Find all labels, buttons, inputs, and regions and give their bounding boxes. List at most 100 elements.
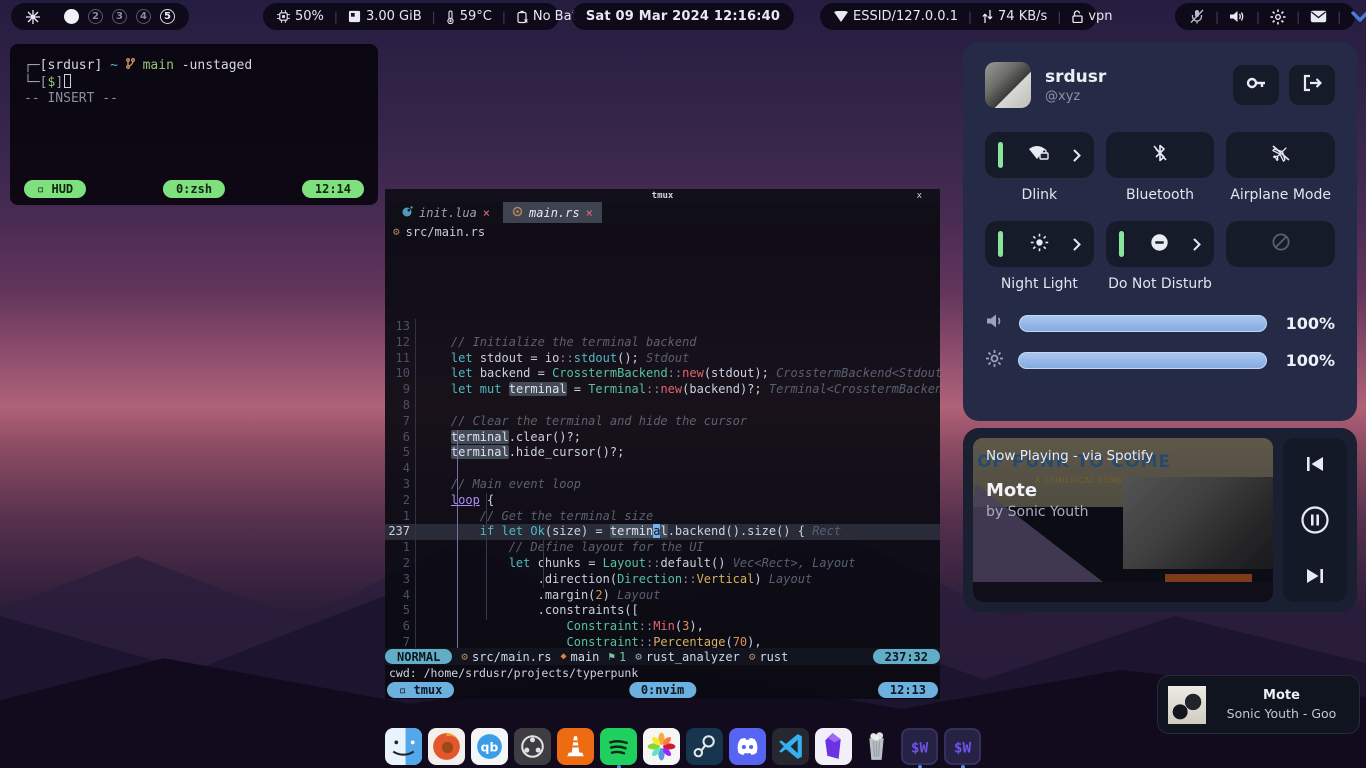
notification-body: Sonic Youth - Goo xyxy=(1214,706,1349,721)
temperature-value: 59°C xyxy=(460,9,492,24)
toggle-label: Night Light xyxy=(985,276,1094,293)
tmux-session-pill[interactable]: ▫ HUD xyxy=(24,180,86,198)
settings-gear-icon[interactable] xyxy=(1270,9,1286,25)
code-editor-area[interactable]: 13 12 // Initialize the terminal backend… xyxy=(385,240,940,648)
minus-circle-icon xyxy=(1150,233,1169,256)
volume-icon[interactable] xyxy=(1229,9,1246,24)
volume-slider[interactable] xyxy=(1019,315,1267,332)
workspace-1[interactable] xyxy=(64,9,79,24)
dock: qb $W$W xyxy=(385,728,981,765)
terminal-branch: main xyxy=(143,58,174,73)
ram-stat: 3.00 GiB xyxy=(348,9,422,24)
network-island[interactable]: ESSID/127.0.0.1 | 74 KB/s | vpn xyxy=(820,3,1097,30)
chevron-down-icon[interactable] xyxy=(1351,11,1366,23)
workspace-3[interactable]: 3 xyxy=(112,9,127,24)
square-icon: ▫ xyxy=(399,683,406,697)
tmux-editor-window: tmux x init.lua×main.rs× ⚙ src/main.rs 1… xyxy=(385,189,940,699)
toggle-bluetooth[interactable] xyxy=(1106,132,1215,178)
dock-item-spotify[interactable] xyxy=(600,728,637,765)
code-line: 6 Constraint::Min(3), xyxy=(385,619,940,635)
editor-tab-main.rs[interactable]: main.rs× xyxy=(503,202,602,223)
chevron-right-icon[interactable] xyxy=(1193,238,1201,251)
dock-item-trash[interactable] xyxy=(858,728,895,765)
bufferline-tabs: init.lua×main.rs× xyxy=(385,202,940,223)
temperature-stat: 59°C xyxy=(446,9,492,24)
workspace-5[interactable]: 5 xyxy=(160,9,175,24)
dock-item-obsidian[interactable] xyxy=(815,728,852,765)
code-line: 7 Constraint::Percentage(70), xyxy=(385,635,940,648)
dock-item-discord[interactable] xyxy=(729,728,766,765)
line-number: 237 xyxy=(385,524,415,540)
notification-title: Mote xyxy=(1214,688,1349,703)
editor-tab-init.lua[interactable]: init.lua× xyxy=(393,202,499,223)
statusline-diagnostics: ⚑1 xyxy=(608,650,626,664)
toggle-airplane-mode[interactable] xyxy=(1226,132,1335,178)
line-number: 6 xyxy=(385,619,415,635)
toggle-do-not-disturb[interactable] xyxy=(1106,221,1215,267)
toggle-label: Dlink xyxy=(985,187,1094,204)
netspeed-value: 74 KB/s xyxy=(998,9,1047,24)
indent-guide xyxy=(543,540,544,588)
dock-item-typerpunk-1[interactable]: $W xyxy=(901,728,938,765)
terminal-prompt-line1: ┌─[srdusr] ~ main -unstaged xyxy=(24,58,364,74)
active-indicator xyxy=(998,231,1003,257)
chevron-right-icon[interactable] xyxy=(1073,238,1081,251)
dock-item-vscode[interactable] xyxy=(772,728,809,765)
user-row: srdusr @xyz xyxy=(985,62,1335,108)
dock-item-qbittorrent[interactable]: qb xyxy=(471,728,508,765)
mic-muted-icon[interactable] xyxy=(1189,9,1205,24)
tab-close-icon[interactable]: × xyxy=(483,206,490,220)
track-artist: by Sonic Youth xyxy=(986,504,1153,520)
next-track-button[interactable] xyxy=(1304,566,1326,586)
chevron-right-icon[interactable] xyxy=(1073,149,1081,162)
brightness-slider-row: 100% xyxy=(985,349,1335,372)
window-close-button[interactable]: x xyxy=(917,191,922,201)
toggle-label xyxy=(1226,276,1335,293)
tmux-clock-pill: 12:13 xyxy=(878,682,938,698)
code-line: 11 let stdout = io::stdout(); Stdout xyxy=(385,351,940,367)
statusline-branch: ◆main xyxy=(560,650,599,664)
vpn-value: vpn xyxy=(1088,9,1112,24)
airplane-off-icon xyxy=(1271,144,1291,166)
dock-item-finder[interactable] xyxy=(385,728,422,765)
keyring-button[interactable] xyxy=(1233,65,1279,105)
workspace-4[interactable]: 4 xyxy=(136,9,151,24)
mail-icon[interactable] xyxy=(1310,10,1327,23)
toggle-night-light[interactable] xyxy=(985,221,1094,267)
pause-button[interactable] xyxy=(1300,505,1330,535)
code-line: 10 let backend = CrosstermBackend::new(s… xyxy=(385,366,940,382)
window-titlebar[interactable]: tmux x xyxy=(385,189,940,202)
previous-track-button[interactable] xyxy=(1304,454,1326,474)
code-line: 2 loop { xyxy=(385,493,940,509)
dock-item-firefox[interactable] xyxy=(428,728,465,765)
dock-item-steam[interactable] xyxy=(686,728,723,765)
dock-item-photos[interactable] xyxy=(643,728,680,765)
tmux-window-pill[interactable]: 0:zsh xyxy=(163,180,225,198)
tmux-session-pill[interactable]: ▫ tmux xyxy=(387,682,454,698)
dock-item-vlc[interactable] xyxy=(557,728,594,765)
tmux-clock-pill: 12:14 xyxy=(302,180,364,198)
lua-filetype-icon xyxy=(402,206,413,220)
rust-file-icon: ⚙ xyxy=(461,650,468,663)
toggle-blocked[interactable] xyxy=(1226,221,1335,267)
terminal-cursor[interactable] xyxy=(64,74,71,88)
vpn-stat: vpn xyxy=(1071,9,1112,24)
ram-value: 3.00 GiB xyxy=(366,9,422,24)
brightness-slider[interactable] xyxy=(1018,352,1267,369)
workspace-switcher: 2345 xyxy=(64,9,175,24)
tmux-window-pill[interactable]: 0:nvim xyxy=(629,682,696,698)
workspace-2[interactable]: 2 xyxy=(88,9,103,24)
svg-text:qb: qb xyxy=(481,741,499,755)
logout-button[interactable] xyxy=(1289,65,1335,105)
notification-album-thumbnail xyxy=(1168,686,1206,724)
notification-popup[interactable]: Mote Sonic Youth - Goo xyxy=(1157,675,1360,734)
dock-item-obs[interactable] xyxy=(514,728,551,765)
mode-pill: NORMAL xyxy=(385,649,452,664)
key-icon xyxy=(1245,75,1267,95)
code-line: 3 // Main event loop xyxy=(385,477,940,493)
album-art[interactable]: OF PUNK TO COME A CHIMERICAL BOMBINATION… xyxy=(973,438,1273,602)
clock-island[interactable]: Sat 09 Mar 2024 12:16:40 xyxy=(572,3,794,30)
toggle-dlink[interactable] xyxy=(985,132,1094,178)
dock-item-typerpunk-2[interactable]: $W xyxy=(944,728,981,765)
tab-close-icon[interactable]: × xyxy=(586,206,593,220)
